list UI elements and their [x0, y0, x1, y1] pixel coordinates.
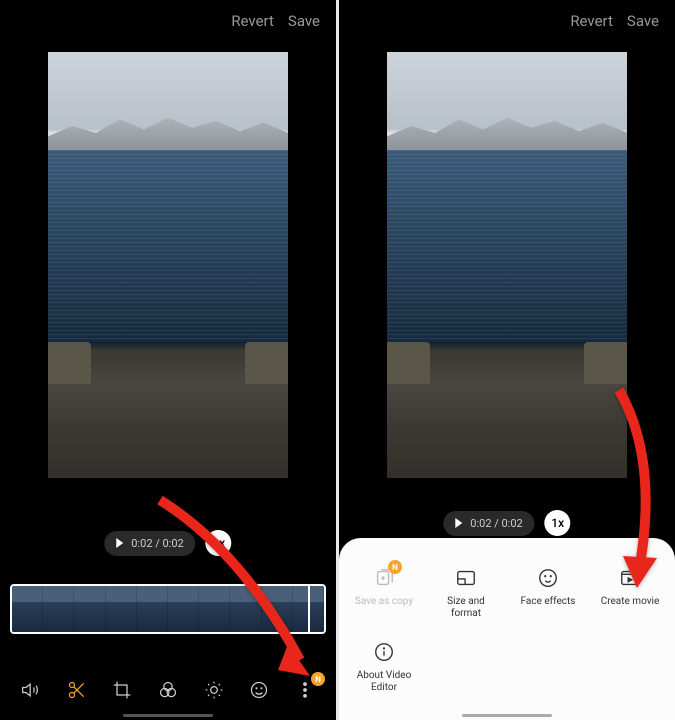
sheet-item-label: Face effects — [521, 596, 576, 608]
revert-button[interactable]: Revert — [570, 12, 613, 30]
sheet-item-label: Create movie — [601, 596, 660, 608]
top-bar: Revert Save — [339, 0, 675, 42]
video-timeline[interactable] — [10, 584, 326, 634]
playback-controls: 0:02 / 0:02 1x — [443, 510, 570, 536]
phone-screen-right: Revert Save 0:02 / 0:02 1x N Save as cop… — [339, 0, 675, 720]
sheet-item-label: Size and format — [431, 596, 501, 620]
new-badge: N — [311, 672, 325, 686]
face-icon — [536, 566, 560, 590]
top-bar: Revert Save — [0, 0, 336, 42]
home-indicator — [462, 714, 552, 717]
aspect-icon — [454, 566, 478, 590]
play-button[interactable]: 0:02 / 0:02 — [443, 511, 534, 536]
new-badge: N — [388, 560, 402, 574]
bottom-toolbar: N — [0, 676, 336, 704]
video-preview[interactable] — [48, 52, 288, 478]
revert-button[interactable]: Revert — [231, 12, 274, 30]
play-icon — [455, 518, 462, 528]
preview-steps — [48, 342, 91, 385]
phone-screen-left: Revert Save 0:02 / 0:02 1x — [0, 0, 336, 720]
sheet-create-movie[interactable]: Create movie — [589, 562, 671, 636]
play-icon — [116, 538, 123, 548]
sheet-about[interactable]: About Video Editor — [343, 636, 425, 710]
sheet-size-format[interactable]: Size and format — [425, 562, 507, 636]
save-button[interactable]: Save — [288, 12, 320, 30]
speed-button[interactable]: 1x — [206, 530, 232, 556]
home-indicator — [123, 714, 213, 717]
playback-controls: 0:02 / 0:02 1x — [104, 530, 231, 556]
timeline-playhead[interactable] — [308, 584, 310, 634]
crop-icon[interactable] — [108, 676, 136, 704]
playback-time: 0:02 / 0:02 — [470, 517, 522, 530]
playback-time: 0:02 / 0:02 — [131, 537, 183, 550]
play-button[interactable]: 0:02 / 0:02 — [104, 531, 195, 556]
info-icon — [372, 640, 396, 664]
sheet-save-as-copy[interactable]: N Save as copy — [343, 562, 425, 636]
filters-icon[interactable] — [154, 676, 182, 704]
sheet-face-effects[interactable]: Face effects — [507, 562, 589, 636]
volume-icon[interactable] — [17, 676, 45, 704]
movie-icon — [618, 566, 642, 590]
trim-icon[interactable] — [63, 676, 91, 704]
emoji-icon[interactable] — [245, 676, 273, 704]
preview-mountains — [48, 116, 288, 150]
preview-water — [387, 150, 627, 342]
sheet-item-label: Save as copy — [355, 596, 413, 608]
preview-water — [48, 150, 288, 342]
preview-mountains — [387, 116, 627, 150]
preview-steps — [584, 342, 627, 385]
video-preview[interactable] — [387, 52, 627, 478]
sheet-item-label: About Video Editor — [349, 670, 419, 694]
more-options-sheet: N Save as copy Size and format Face effe… — [339, 538, 675, 720]
preview-steps — [387, 342, 430, 385]
more-options-icon[interactable]: N — [291, 676, 319, 704]
preview-steps — [245, 342, 288, 385]
save-button[interactable]: Save — [627, 12, 659, 30]
brightness-icon[interactable] — [200, 676, 228, 704]
speed-button[interactable]: 1x — [545, 510, 571, 536]
